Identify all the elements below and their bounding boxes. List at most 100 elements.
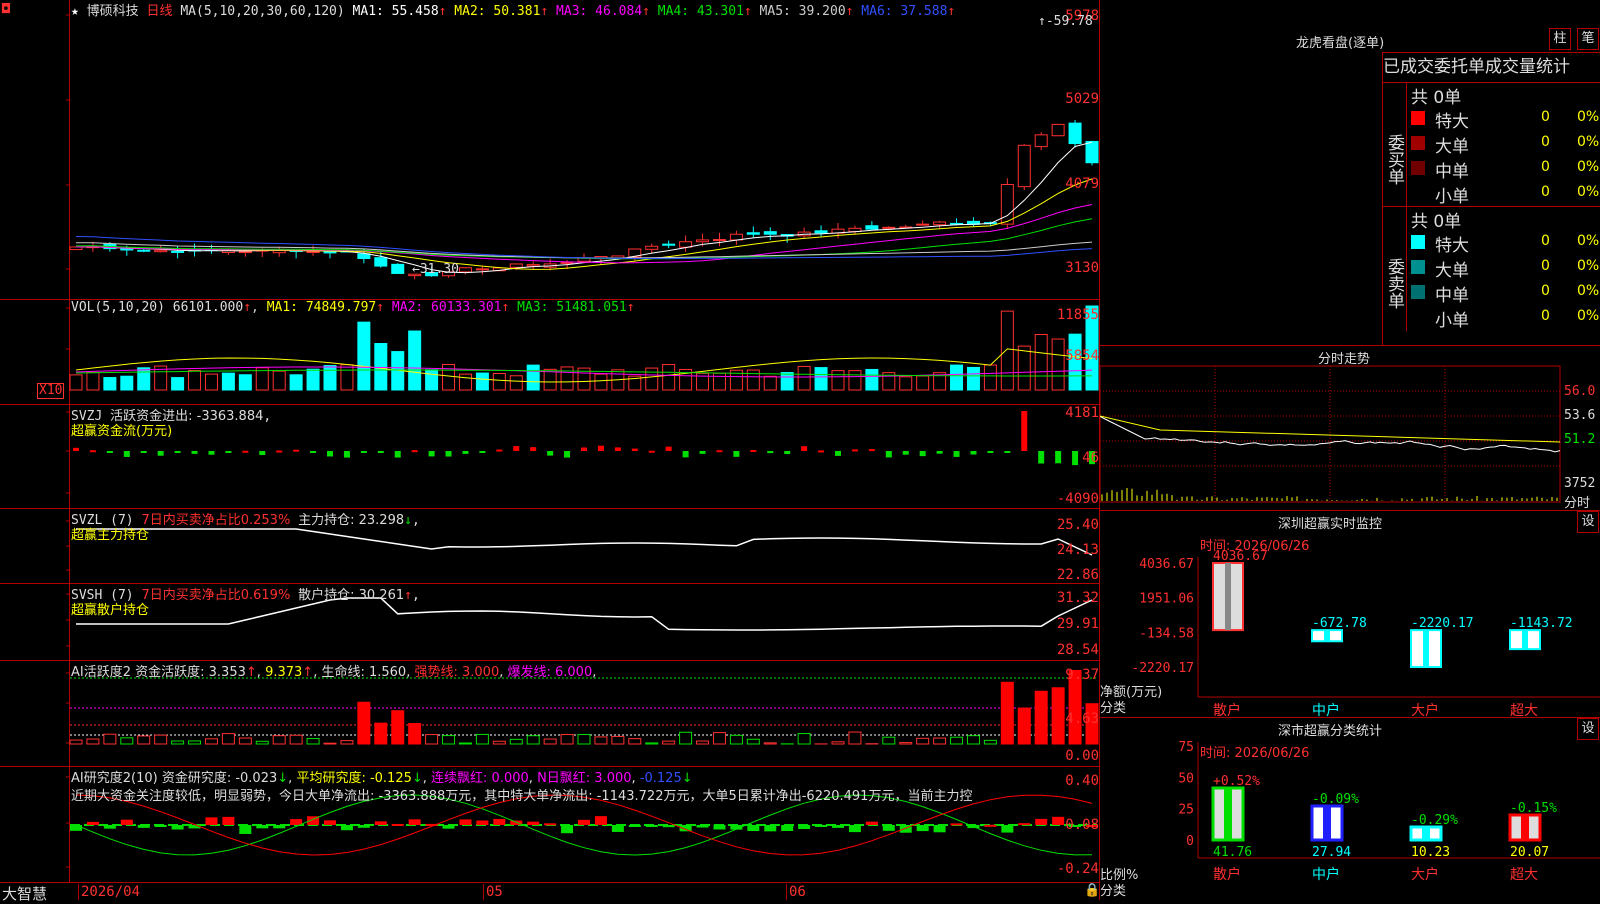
- candle: [392, 264, 404, 273]
- svsh-ytick-1: 29.91: [1035, 616, 1099, 632]
- activity-bar: [544, 739, 556, 744]
- candle: [747, 233, 759, 234]
- svzj-ytick-0: 4181: [1035, 405, 1099, 421]
- fund-flow-bar: [615, 447, 621, 451]
- price-ytick-3: 3130: [1035, 260, 1099, 276]
- lhb-tick-button[interactable]: 笔: [1577, 28, 1599, 50]
- volume-bar: [172, 378, 184, 390]
- cls-ytick: 25: [1178, 803, 1194, 818]
- mon-bar-shade: [1324, 630, 1330, 641]
- fs-price-1: 53.6: [1564, 408, 1595, 423]
- research-bar: [324, 820, 336, 825]
- fenshi-chart[interactable]: [1100, 346, 1600, 510]
- research-bar: [798, 825, 810, 829]
- volume-bar: [595, 374, 607, 390]
- sz-monitor-panel[interactable]: 深圳超赢实时监控 设 4036.671951.06-134.58-2220.17…: [1100, 511, 1600, 718]
- buy-row: 小单00%: [1411, 182, 1599, 204]
- activity-bar: [595, 737, 607, 744]
- svzj-sub: 超赢资金流(万元): [71, 420, 172, 439]
- research-bar: [578, 820, 590, 825]
- fund-flow-bar: [632, 449, 638, 451]
- volume-bar: [951, 365, 963, 390]
- cls-chg-label: -0.15%: [1510, 801, 1557, 816]
- buy-row-count: 0: [1541, 159, 1550, 175]
- fund-flow-bar: [547, 451, 553, 456]
- volume-bar: [917, 376, 929, 390]
- activity-bar: [358, 702, 370, 744]
- ai-research-panel[interactable]: 0.40 0.08 -0.24 AI研究度2(10) 资金研究度: -0.023…: [0, 767, 1099, 881]
- fund-flow-bar: [970, 451, 976, 455]
- mon-ytick: 4036.67: [1139, 557, 1194, 572]
- volume-bar: [900, 377, 912, 390]
- sz-class-panel[interactable]: 深市超赢分类统计 设 7550250+0.52%41.76散户-0.09%27.…: [1100, 718, 1600, 900]
- activity-bar: [239, 738, 251, 744]
- panel-corner-icon[interactable]: ◘: [2, 2, 10, 17]
- res-header: AI研究度2(10) 资金研究度: -0.023↓, 平均研究度: -0.125…: [71, 767, 693, 786]
- lhb-panel[interactable]: 龙虎看盘(逐单) 柱 笔 已成交委托单成交量统计 委买单 共 0单 特大00%大…: [1100, 0, 1600, 346]
- research-bar: [612, 825, 624, 832]
- research-bar: [544, 823, 556, 825]
- fenshi-panel[interactable]: 分时走势 56.0 53.6 51.2 3752 分时: [1100, 346, 1600, 511]
- mon-bar-label: -672.78: [1312, 616, 1367, 631]
- fund-flow-bar: [987, 451, 993, 453]
- activity-bar: [459, 743, 471, 744]
- brand-logo[interactable]: 大智慧: [2, 883, 47, 904]
- price-ma-label-0: MA1: 55.458: [353, 4, 439, 19]
- activity-bar: [798, 734, 810, 744]
- mon-ytick: -2220.17: [1131, 661, 1194, 676]
- volume-bar: [358, 322, 370, 390]
- price-ytick-1: 5029: [1035, 91, 1099, 107]
- up-arrow-icon: ↑: [540, 4, 548, 19]
- activity-bar: [951, 737, 963, 744]
- star-icon[interactable]: ★: [71, 4, 79, 19]
- volume-bar: [341, 365, 353, 390]
- sell-swatch: [1411, 235, 1425, 249]
- volume-bar: [476, 373, 488, 390]
- buy-row: 中单00%: [1411, 157, 1599, 179]
- sz-class-chart[interactable]: 7550250+0.52%41.76散户-0.09%27.94中户-0.29%1…: [1100, 718, 1600, 900]
- activity-bar: [900, 743, 912, 744]
- candle: [527, 265, 539, 266]
- ai-strong: 强势线: 3.000: [414, 665, 499, 680]
- ai-title: AI活跃度2: [71, 665, 131, 680]
- activity-bar: [527, 736, 539, 744]
- svzl-panel[interactable]: 25.40 24.13 22.86 SVZL (7) 7日内买卖净占比0.253…: [0, 509, 1099, 584]
- low-label: 31.30: [420, 262, 459, 277]
- volume-bar: [121, 376, 133, 390]
- svzl-ytick-0: 25.40: [1035, 517, 1099, 533]
- volume-bar: [239, 375, 251, 390]
- volume-chart[interactable]: [0, 300, 1099, 404]
- fund-flow-bar: [361, 451, 367, 453]
- svzj-panel[interactable]: 4181 46 -4090 SVZJ 活跃资金进出: -3363.884, 超赢…: [0, 405, 1099, 509]
- lock-icon[interactable]: 🔒: [1084, 883, 1100, 898]
- lhb-bar-button[interactable]: 柱: [1549, 28, 1571, 50]
- svzl-hold: 主力持仓: 23.298: [298, 513, 404, 528]
- volume-panel[interactable]: 11855 5854 X10 VOL(5,10,20) 66101.000↑, …: [0, 300, 1099, 405]
- low-marker: ←31.30: [412, 262, 459, 277]
- candlestick-chart[interactable]: [0, 0, 1099, 299]
- research-bar: [815, 825, 827, 827]
- res-ytick-2: -0.24: [1035, 861, 1099, 877]
- buy-section: 委买单 共 0单 特大00%大单00%中单00%小单00%: [1382, 82, 1600, 207]
- sell-row-count: 0: [1541, 283, 1550, 299]
- up-arrow-icon: ↑: [744, 4, 752, 19]
- research-bar: [205, 817, 217, 825]
- research-bar: [917, 825, 929, 831]
- svsh-panel[interactable]: 31.32 29.91 28.54 SVSH (7) 7日内买卖净占比0.619…: [0, 584, 1099, 661]
- price-panel[interactable]: ◘ 5978 5029 4079 3130 ★ 博硕科技 日线 MA(5,10,…: [0, 0, 1099, 300]
- fund-flow-bar: [310, 451, 316, 453]
- activity-bar: [646, 743, 658, 744]
- ai-active-panel[interactable]: 9.37 4.63 0.00 AI活跃度2 资金活跃度: 3.353↑, 9.3…: [0, 661, 1099, 767]
- sz-monitor-chart[interactable]: 4036.671951.06-134.58-2220.174036.67散户-6…: [1100, 511, 1600, 717]
- research-bar: [375, 821, 387, 825]
- period-label[interactable]: 日线: [147, 4, 173, 19]
- fund-flow-bar: [581, 448, 587, 451]
- fund-flow-bar: [835, 451, 841, 456]
- volume-bar: [189, 370, 201, 390]
- ma-params: MA(5,10,20,30,60,120): [180, 4, 344, 19]
- activity-bar: [561, 735, 573, 744]
- res-red: 连续飘红: 0.000: [431, 771, 529, 786]
- activity-bar: [1018, 708, 1030, 744]
- price-ma-label-5: MA6: 37.588: [861, 4, 947, 19]
- vol-unit-badge[interactable]: X10: [37, 383, 64, 399]
